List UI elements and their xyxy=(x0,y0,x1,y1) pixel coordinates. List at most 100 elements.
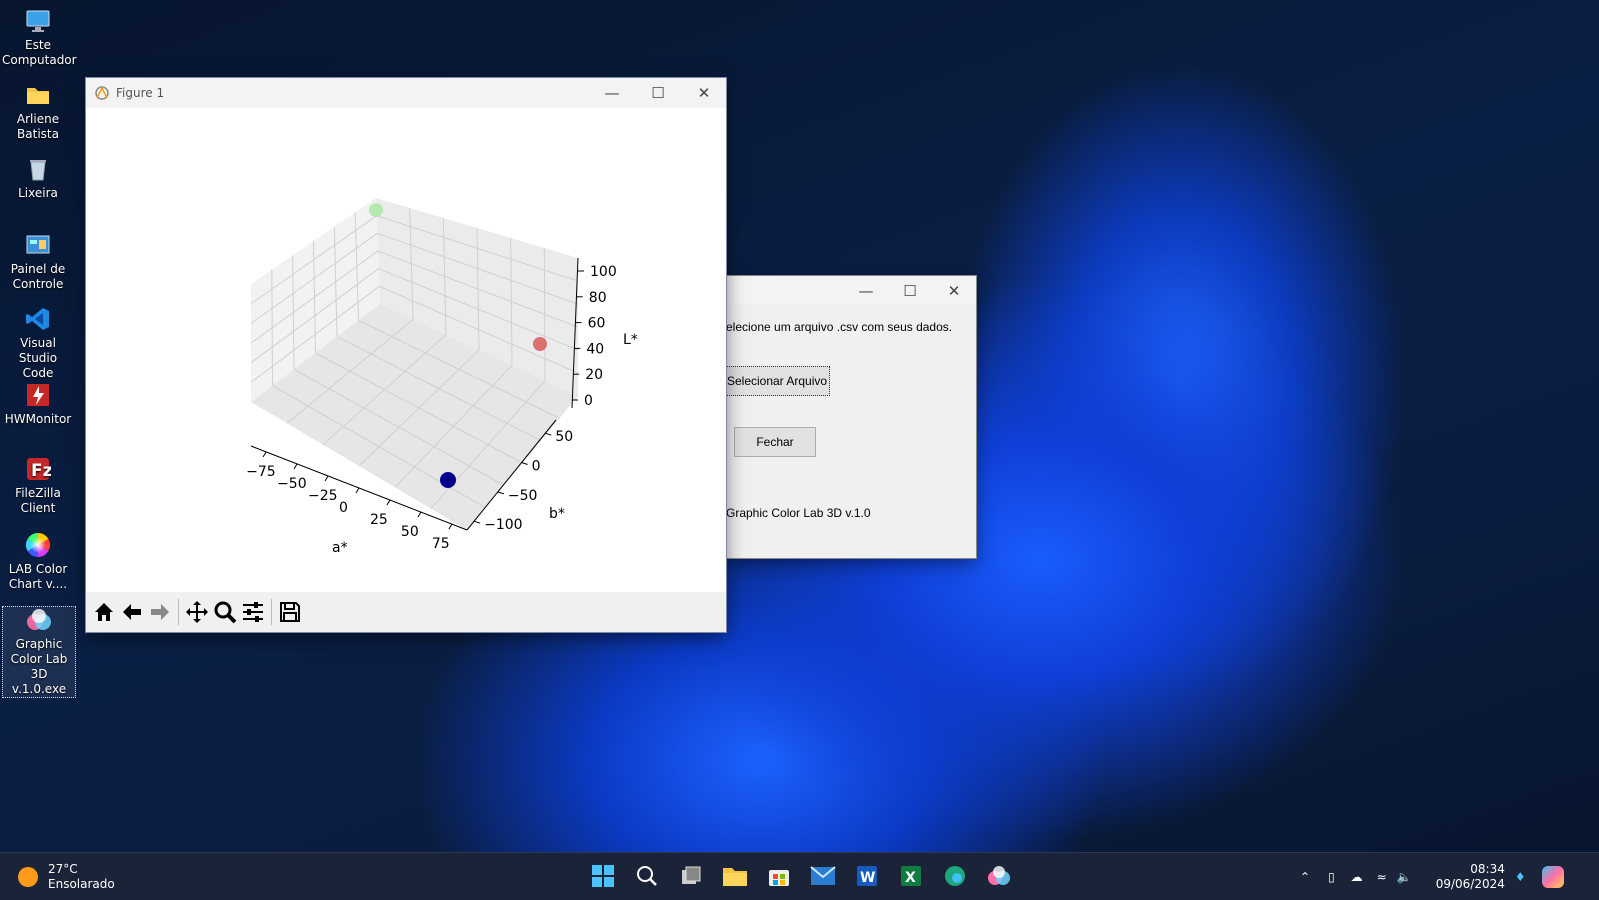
figure-toolbar xyxy=(86,592,726,632)
close-dialog-button[interactable]: Fechar xyxy=(734,427,816,457)
configure-icon[interactable] xyxy=(239,598,267,626)
x-tick-label: 0 xyxy=(339,500,348,516)
monitor-icon xyxy=(25,8,51,34)
figure-window: Figure 1 — ☐ ✕ 100 80 60 40 20 0 −75 −50 −25 0 25… xyxy=(86,78,726,632)
notification-bell-icon[interactable]: ♦ xyxy=(1515,870,1526,884)
maximize-button[interactable]: ☐ xyxy=(636,78,680,108)
close-button[interactable]: ✕ xyxy=(682,78,726,108)
excel-icon[interactable]: X xyxy=(896,861,926,891)
clock[interactable]: 08:34 09/06/2024 xyxy=(1436,862,1505,892)
figure-titlebar[interactable]: Figure 1 — ☐ ✕ xyxy=(86,78,726,108)
hwmonitor-icon xyxy=(25,382,51,408)
plot-area[interactable]: 100 80 60 40 20 0 −75 −50 −25 0 25 50 75 50 0 −50 −100… xyxy=(86,108,726,592)
minimize-button[interactable]: — xyxy=(844,276,888,306)
desktop-icon-label: HWMonitor xyxy=(4,412,72,426)
sun-icon xyxy=(18,866,38,887)
x-tick-mark xyxy=(448,523,453,530)
desktop-icon-filezilla[interactable]: Fz FileZilla Client xyxy=(2,456,74,516)
home-icon[interactable] xyxy=(90,598,118,626)
desktop-icon-user-folder[interactable]: Arliene Batista xyxy=(2,82,74,142)
volume-icon[interactable]: 🔈 xyxy=(1397,870,1412,884)
edge-icon[interactable] xyxy=(940,861,970,891)
weather-description: Ensolarado xyxy=(48,876,115,891)
desktop-icon-graphic-color-lab[interactable]: Graphic Color Lab 3D v.1.0.exe xyxy=(2,606,76,698)
version-label: Graphic Color Lab 3D v.1.0 xyxy=(726,506,871,520)
dialog-titlebar[interactable]: — ☐ ✕ xyxy=(726,276,976,304)
desktop-icon-this-pc[interactable]: Este Computador xyxy=(2,8,77,68)
mail-icon[interactable] xyxy=(808,861,838,891)
word-icon[interactable]: W xyxy=(852,861,882,891)
3d-scatter-plot[interactable]: 100806040200 −75−50−250255075 500−50−100… xyxy=(86,108,726,592)
minimize-button[interactable]: — xyxy=(590,78,634,108)
desktop-icon-vscode[interactable]: Visual Studio Code xyxy=(2,306,74,381)
svg-text:X: X xyxy=(905,870,916,886)
chevron-up-icon[interactable]: ⌃ xyxy=(1300,870,1310,884)
back-icon[interactable] xyxy=(118,598,146,626)
desktop-icon-control-panel[interactable]: Painel de Controle xyxy=(2,232,74,292)
desktop-icon-label: Painel de Controle xyxy=(10,262,66,291)
file-selector-dialog: — ☐ ✕ elecione um arquivo .csv com seus … xyxy=(724,276,976,558)
recycle-bin-icon xyxy=(25,156,51,182)
x-tick-label: 50 xyxy=(401,524,419,540)
graphic-color-lab-taskbar-icon[interactable] xyxy=(984,861,1014,891)
search-icon[interactable] xyxy=(632,861,662,891)
toolbar-separator xyxy=(271,599,272,625)
clock-time: 08:34 xyxy=(1470,861,1505,876)
x-tick-label: −75 xyxy=(246,464,276,480)
desktop-icon-recycle-bin[interactable]: Lixeira xyxy=(2,156,74,201)
desktop-icon-label: Lixeira xyxy=(18,186,58,200)
weather-widget[interactable]: 27°C Ensolarado xyxy=(18,853,115,900)
microsoft-store-icon[interactable] xyxy=(764,861,794,891)
svg-text:Fz: Fz xyxy=(31,461,51,481)
svg-text:W: W xyxy=(860,870,875,886)
y-tick-mark xyxy=(521,462,528,466)
z-tick-label: 60 xyxy=(588,316,606,332)
usb-icon[interactable]: ▯ xyxy=(1328,870,1335,884)
copilot-icon[interactable] xyxy=(1541,865,1564,888)
pan-icon[interactable] xyxy=(183,598,211,626)
vscode-icon xyxy=(25,306,51,332)
x-tick-label: −50 xyxy=(277,476,307,492)
z-axis-label: L* xyxy=(623,332,638,348)
close-button[interactable]: ✕ xyxy=(932,276,976,306)
z-tick-label: 0 xyxy=(584,393,593,409)
y-tick-label: −100 xyxy=(484,517,522,533)
z-tick-label: 40 xyxy=(586,341,604,357)
z-tick-label: 80 xyxy=(589,290,607,306)
data-point xyxy=(533,337,547,351)
desktop-icon-hwmonitor[interactable]: HWMonitor xyxy=(2,382,74,427)
cloud-icon[interactable]: ☁ xyxy=(1351,870,1363,884)
save-icon[interactable] xyxy=(276,598,304,626)
file-explorer-icon[interactable] xyxy=(720,861,750,891)
y-tick-label: −50 xyxy=(508,488,538,504)
x-tick-mark xyxy=(324,475,329,482)
desktop-icon-label: Arliene Batista xyxy=(16,112,60,141)
x-tick-mark xyxy=(417,511,422,518)
start-button[interactable] xyxy=(588,861,618,891)
z-tick-label: 100 xyxy=(590,264,617,280)
data-point xyxy=(369,203,383,217)
y-axis-label: b* xyxy=(549,506,565,522)
control-panel-icon xyxy=(25,232,51,258)
desktop-icon-label: Visual Studio Code xyxy=(18,336,58,380)
data-point xyxy=(440,472,456,488)
x-tick-label: 25 xyxy=(370,512,388,528)
graphic-color-lab-icon xyxy=(26,607,52,633)
x-tick-label: −25 xyxy=(308,488,338,504)
desktop-icon-label: Este Computador xyxy=(2,38,77,67)
x-tick-mark xyxy=(293,463,298,470)
x-tick-mark xyxy=(386,499,391,506)
folder-icon xyxy=(25,82,51,108)
zoom-icon[interactable] xyxy=(211,598,239,626)
desktop-icon-label: LAB Color Chart v.... xyxy=(8,562,68,591)
desktop-icon-label: FileZilla Client xyxy=(15,486,61,515)
wifi-icon[interactable]: ≈ xyxy=(1377,870,1387,884)
maximize-button[interactable]: ☐ xyxy=(888,276,932,306)
desktop-icon-lab-color-chart[interactable]: LAB Color Chart v.... xyxy=(2,532,74,592)
clock-date: 09/06/2024 xyxy=(1435,876,1505,891)
task-view-icon[interactable] xyxy=(676,861,706,891)
x-tick-label: 75 xyxy=(432,536,450,552)
select-file-button[interactable]: Selecionar Arquivo xyxy=(724,366,830,396)
forward-icon[interactable] xyxy=(146,598,174,626)
y-tick-label: 0 xyxy=(532,459,541,475)
